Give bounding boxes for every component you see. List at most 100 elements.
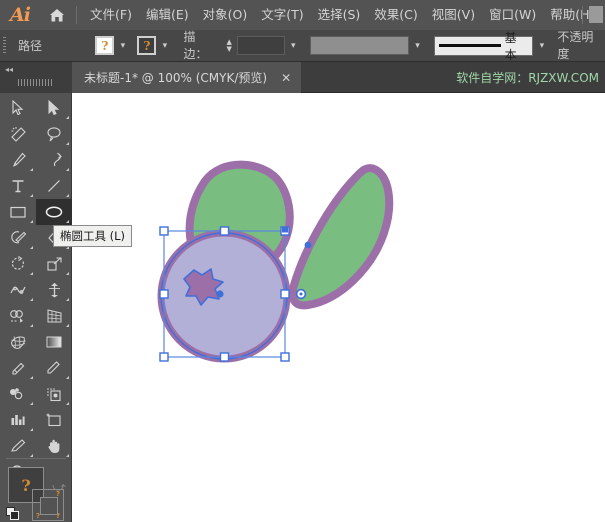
menu-item-window[interactable]: 窗口(W) xyxy=(482,0,543,30)
fill-stroke-indicator: ? ? ? ? ⤻ xyxy=(6,463,70,521)
ai-logo: Ai xyxy=(0,0,40,30)
pen-tool[interactable] xyxy=(0,147,36,173)
column-graph-tool[interactable] xyxy=(36,381,72,407)
tool-flyout-indicator xyxy=(66,168,69,171)
stroke-swatch[interactable]: ? xyxy=(137,36,156,55)
tool-flyout-indicator xyxy=(66,454,69,457)
bar-graph-tool[interactable] xyxy=(0,407,36,433)
tool-flyout-indicator xyxy=(66,220,69,223)
menu-item-effect[interactable]: 效果(C) xyxy=(367,0,424,30)
tool-flyout-indicator xyxy=(30,428,33,431)
stroke-profile-label: 基本 xyxy=(505,29,529,63)
stroke-q-bottom-right: ? xyxy=(56,512,60,520)
type-tool[interactable] xyxy=(0,173,36,199)
menu-item-view[interactable]: 视图(V) xyxy=(425,0,482,30)
menu-item-type[interactable]: 文字(T) xyxy=(254,0,310,30)
stroke-profile-control[interactable]: 基本 xyxy=(434,36,533,56)
curvature-tool[interactable] xyxy=(36,147,72,173)
right-leaf xyxy=(293,168,390,305)
tool-flyout-indicator xyxy=(66,272,69,275)
shape-builder-tool[interactable] xyxy=(0,303,36,329)
selection-tool[interactable] xyxy=(0,95,36,121)
ellipse-tool[interactable] xyxy=(36,199,72,225)
fill-swatch[interactable]: ? xyxy=(95,36,114,55)
menu-right-divider xyxy=(582,6,583,24)
tool-flyout-indicator xyxy=(30,376,33,379)
menu-item-object[interactable]: 对象(O) xyxy=(196,0,255,30)
artwork-svg xyxy=(72,93,605,522)
watermark-text: 软件自学网：RJZXW.COM xyxy=(456,62,599,93)
tool-flyout-indicator xyxy=(30,324,33,327)
menu-item-file[interactable]: 文件(F) xyxy=(83,0,139,30)
line-segment-tool[interactable] xyxy=(36,173,72,199)
home-icon[interactable] xyxy=(40,0,74,30)
control-bar: 路径 ? ▾ ? ▾ 描边： ▲▼ ▾ ▾ 基本 ▾ 不透明度 xyxy=(0,30,605,62)
direct-selection-tool[interactable] xyxy=(36,95,72,121)
free-transform-tool[interactable] xyxy=(36,277,72,303)
toolbar-separator xyxy=(6,458,66,459)
tool-flyout-indicator xyxy=(30,168,33,171)
tool-tooltip: 椭圆工具 (L) xyxy=(53,225,132,247)
control-bar-grip[interactable] xyxy=(0,30,10,62)
tool-flyout-indicator xyxy=(30,246,33,249)
tool-flyout-indicator xyxy=(66,324,69,327)
stroke-weight-stepper[interactable]: ▲▼ xyxy=(223,36,235,55)
brush-chevron-down-icon[interactable]: ▾ xyxy=(409,36,426,55)
magic-wand-tool[interactable] xyxy=(0,121,36,147)
opacity-label[interactable]: 不透明度 xyxy=(557,28,605,63)
workspace-switcher[interactable] xyxy=(589,6,603,23)
stroke-weight-field[interactable] xyxy=(237,36,285,55)
symbol-sprayer-tool[interactable] xyxy=(0,381,36,407)
lasso-tool[interactable] xyxy=(36,121,72,147)
default-fill-stroke-icon[interactable] xyxy=(6,507,20,521)
blend-tool[interactable] xyxy=(36,355,72,381)
collapse-panel-icon[interactable]: ◂◂ xyxy=(5,65,13,74)
fill-chevron-down-icon[interactable]: ▾ xyxy=(114,36,131,55)
toolbar-drag-grip[interactable] xyxy=(18,79,54,86)
perspective-grid-tool[interactable] xyxy=(36,303,72,329)
tool-flyout-indicator xyxy=(66,116,69,119)
brush-definition-field[interactable] xyxy=(310,36,409,55)
menu-item-edit[interactable]: 编辑(E) xyxy=(139,0,196,30)
close-icon[interactable]: ✕ xyxy=(281,72,291,84)
document-tab-bar: 未标题-1* @ 100% (CMYK/预览) ✕ 软件自学网：RJZXW.CO… xyxy=(0,62,605,93)
artboard-tool[interactable] xyxy=(36,407,72,433)
fill-color-control[interactable]: ? ▾ xyxy=(95,36,131,55)
stroke-profile-chevron-down-icon[interactable]: ▾ xyxy=(533,36,550,55)
swap-fill-stroke-icon[interactable]: ⤻ xyxy=(52,480,66,495)
stroke-color-box[interactable]: ? ? ? ⤻ xyxy=(32,489,64,521)
tool-flyout-indicator xyxy=(66,402,69,405)
tools-panel: ? ? ? ? ⤻ xyxy=(0,93,72,522)
stroke-weight-label: 描边： xyxy=(183,28,219,63)
slice-tool[interactable] xyxy=(0,433,36,459)
tool-flyout-indicator xyxy=(30,194,33,197)
stroke-chevron-down-icon[interactable]: ▾ xyxy=(156,36,173,55)
hand-tool[interactable] xyxy=(36,433,72,459)
document-tab[interactable]: 未标题-1* @ 100% (CMYK/预览) ✕ xyxy=(72,62,301,93)
tool-flyout-indicator xyxy=(30,298,33,301)
width-tool[interactable] xyxy=(0,277,36,303)
stroke-weight-chevron-down-icon[interactable]: ▾ xyxy=(285,36,302,55)
tool-flyout-indicator xyxy=(66,298,69,301)
document-canvas[interactable] xyxy=(72,93,605,522)
rotate-tool[interactable] xyxy=(0,251,36,277)
berry-circle xyxy=(161,233,287,359)
tool-flyout-indicator xyxy=(30,402,33,405)
stroke-profile-preview-icon xyxy=(439,44,501,47)
eyedropper-tool[interactable] xyxy=(0,355,36,381)
tool-flyout-indicator xyxy=(66,376,69,379)
menu-item-select[interactable]: 选择(S) xyxy=(311,0,368,30)
tool-flyout-indicator xyxy=(30,454,33,457)
toolbar-header: ◂◂ xyxy=(0,62,72,93)
selected-object-label: 路径 xyxy=(18,37,96,54)
scale-tool[interactable] xyxy=(36,251,72,277)
gradient-tool[interactable] xyxy=(36,329,72,355)
menu-bar: Ai 文件(F) 编辑(E) 对象(O) 文字(T) 选择(S) 效果(C) 视… xyxy=(0,0,605,30)
tool-flyout-indicator xyxy=(66,194,69,197)
paintbrush-tool[interactable] xyxy=(0,225,36,251)
stroke-color-control[interactable]: ? ▾ xyxy=(137,36,173,55)
mesh-tool[interactable] xyxy=(0,329,36,355)
tool-flyout-indicator xyxy=(30,272,33,275)
rectangle-tool[interactable] xyxy=(0,199,36,225)
illustrator-window: Ai 文件(F) 编辑(E) 对象(O) 文字(T) 选择(S) 效果(C) 视… xyxy=(0,0,605,522)
